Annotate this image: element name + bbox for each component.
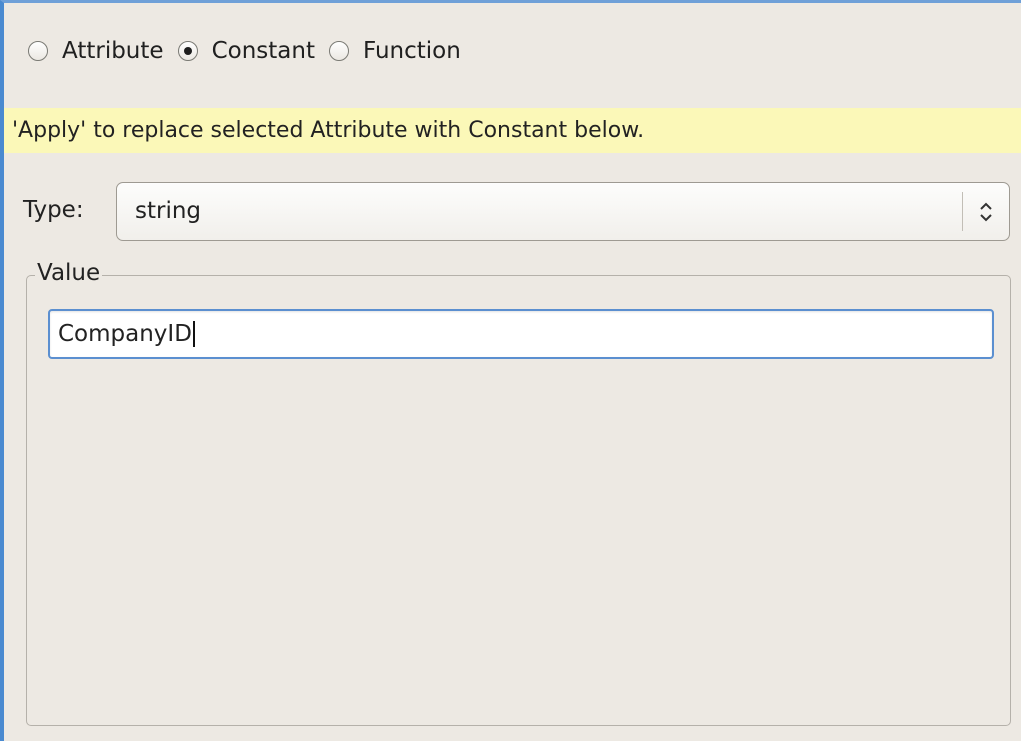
value-group-legend: Value bbox=[35, 260, 103, 286]
constant-value-input[interactable]: CompanyID bbox=[48, 309, 994, 359]
radio-constant-label: Constant bbox=[211, 38, 315, 64]
type-selected-value: string bbox=[135, 198, 202, 224]
type-label: Type: bbox=[23, 197, 84, 223]
radio-button-selected-icon[interactable] bbox=[177, 41, 198, 61]
radio-constant[interactable]: Constant bbox=[177, 38, 315, 64]
radio-function[interactable]: Function bbox=[328, 38, 461, 64]
updown-chevron-icon[interactable] bbox=[975, 197, 997, 227]
type-dropdown[interactable]: string bbox=[116, 182, 1010, 241]
radio-function-label: Function bbox=[362, 38, 461, 64]
apply-hint-banner: 'Apply' to replace selected Attribute wi… bbox=[4, 108, 1021, 153]
text-cursor bbox=[192, 321, 195, 347]
radio-attribute-label: Attribute bbox=[62, 38, 164, 64]
radio-button-icon[interactable] bbox=[328, 41, 349, 61]
radio-attribute[interactable]: Attribute bbox=[28, 38, 164, 64]
source-radio-group: Attribute Constant Function bbox=[28, 31, 475, 71]
radio-button-icon[interactable] bbox=[28, 41, 48, 61]
dropdown-divider bbox=[962, 192, 963, 231]
constant-editor-panel: Attribute Constant Function 'Apply' to r… bbox=[0, 0, 1021, 741]
constant-value-text: CompanyID bbox=[58, 321, 192, 347]
